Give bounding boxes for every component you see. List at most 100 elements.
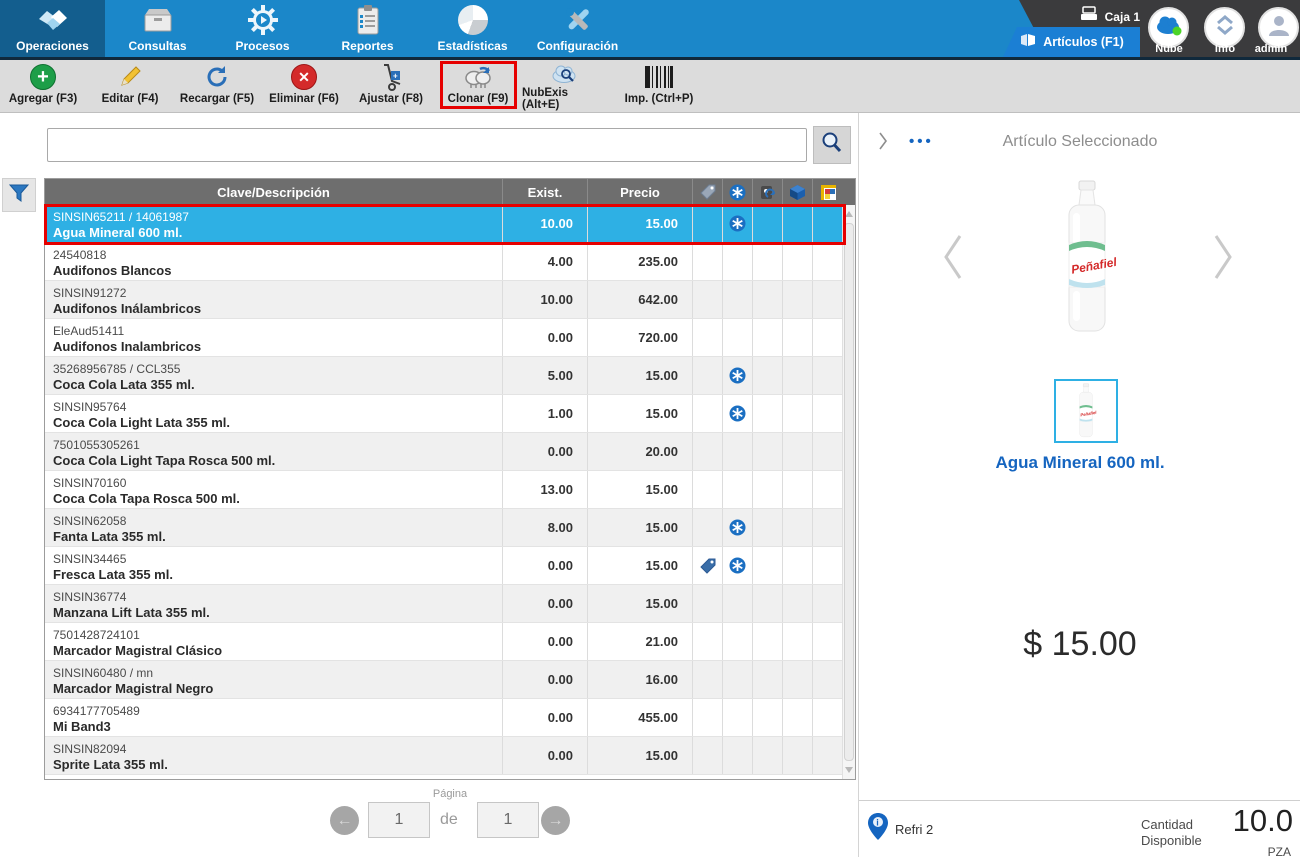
nubexis-button[interactable]: NubExis (Alt+E) xyxy=(522,62,608,111)
panel-menu-button[interactable]: ••• xyxy=(909,133,934,150)
table-row[interactable]: 35268956785 / CCL355 Coca Cola Lata 355 m… xyxy=(45,357,855,395)
row-icon-cell xyxy=(753,357,783,394)
row-icon-cell xyxy=(783,395,813,432)
box-icon xyxy=(1019,32,1037,53)
table-row[interactable]: SINSIN91272 Audifonos Inálambricos 10.00 64… xyxy=(45,281,855,319)
nav-tab-procesos[interactable]: Procesos xyxy=(210,0,315,57)
nav-tab-consultas[interactable]: Consultas xyxy=(105,0,210,57)
search-input[interactable] xyxy=(47,128,807,162)
file-cabinet-icon xyxy=(141,3,175,37)
ajustar-button[interactable]: + Ajustar (F8) xyxy=(348,62,434,110)
header-tag-icon[interactable] xyxy=(693,179,723,205)
row-icon-cell xyxy=(753,433,783,470)
header-sync-article-icon[interactable] xyxy=(753,179,783,205)
row-icon-cell xyxy=(753,319,783,356)
table-row[interactable]: SINSIN36774 Manzana Lift Lata 355 ml. 0.00… xyxy=(45,585,855,623)
row-precio: 16.00 xyxy=(588,661,693,698)
recargar-button[interactable]: Recargar (F5) xyxy=(174,62,260,110)
nav-tab-operaciones[interactable]: Operaciones xyxy=(0,0,105,57)
carousel-prev-button[interactable] xyxy=(941,231,965,288)
row-clave: SINSIN70160 xyxy=(53,475,127,490)
row-icon-cell xyxy=(783,699,813,736)
header-cube-icon[interactable] xyxy=(783,179,813,205)
tool-label: Eliminar (F6) xyxy=(269,93,339,105)
admin-button[interactable] xyxy=(1258,7,1299,48)
table-row[interactable]: 7501428724101 Marcador Magistral Clásico 0… xyxy=(45,623,855,661)
table-row[interactable]: 24540818 Audifonos Blancos 4.00 235.00 xyxy=(45,243,855,281)
row-kit-icon xyxy=(723,547,753,584)
row-icon-cell xyxy=(813,661,843,698)
nav-tab-reportes[interactable]: Reportes xyxy=(315,0,420,57)
tab-articulos[interactable]: Artículos (F1) xyxy=(1003,27,1140,57)
next-page-button[interactable]: → xyxy=(541,806,570,835)
header-kit-icon[interactable] xyxy=(723,179,753,205)
row-description: Coca Cola Tapa Rosca 500 ml. xyxy=(53,490,240,506)
editar-button[interactable]: Editar (F4) xyxy=(87,62,173,110)
total-pages-input[interactable] xyxy=(477,802,539,838)
row-precio: 455.00 xyxy=(588,699,693,736)
svg-text:+: + xyxy=(393,72,398,81)
row-icon-cell xyxy=(783,281,813,318)
row-icon-cell xyxy=(783,357,813,394)
row-icon-cell xyxy=(783,433,813,470)
table-row[interactable]: SINSIN82094 Sprite Lata 355 ml. 0.00 15.00 xyxy=(45,737,855,775)
row-icon-cell xyxy=(693,661,723,698)
row-icon-cell xyxy=(813,281,843,318)
current-page-input[interactable] xyxy=(368,802,430,838)
refresh-icon xyxy=(204,62,230,92)
scroll-down-arrow-icon[interactable] xyxy=(845,767,853,773)
table-row[interactable]: EleAud51411 Audifonos Inalambricos 0.00 720… xyxy=(45,319,855,357)
header-exist[interactable]: Exist. xyxy=(503,179,588,205)
gear-icon xyxy=(247,3,279,37)
table-scrollbar[interactable] xyxy=(842,205,855,779)
tool-label: Agregar (F3) xyxy=(8,93,78,105)
scrollbar-thumb[interactable] xyxy=(844,223,854,761)
table-row[interactable]: SINSIN65211 / 14061987 Agua Mineral 600 m… xyxy=(45,205,855,243)
agregar-button[interactable]: + Agregar (F3) xyxy=(0,62,86,110)
header-clave[interactable]: Clave/Descripción xyxy=(45,179,503,205)
carousel-next-button[interactable] xyxy=(1211,231,1235,288)
product-name: Agua Mineral 600 ml. xyxy=(995,453,1165,472)
row-description: Marcador Magistral Negro xyxy=(53,680,214,696)
row-icon-cell xyxy=(753,395,783,432)
table-row[interactable]: 6934177705489 Mi Band3 0.00 455.00 xyxy=(45,699,855,737)
table-row[interactable]: SINSIN60480 / mn Marcador Magistral Negro… xyxy=(45,661,855,699)
row-precio: 720.00 xyxy=(588,319,693,356)
eliminar-button[interactable]: ✕ Eliminar (F6) xyxy=(261,62,347,110)
nav-tab-estadisticas[interactable]: Estadísticas xyxy=(420,0,525,57)
row-exist: 0.00 xyxy=(503,433,588,470)
row-precio: 15.00 xyxy=(588,737,693,774)
row-precio: 642.00 xyxy=(588,281,693,318)
row-icon-cell xyxy=(813,585,843,622)
row-icon-cell xyxy=(693,585,723,622)
table-row[interactable]: SINSIN95764 Coca Cola Light Lata 355 ml. 1… xyxy=(45,395,855,433)
row-description: Coca Cola Light Lata 355 ml. xyxy=(53,414,230,430)
collapse-panel-button[interactable] xyxy=(877,131,889,156)
prev-page-button[interactable]: ← xyxy=(330,806,359,835)
row-exist: 0.00 xyxy=(503,699,588,736)
header-precio[interactable]: Precio xyxy=(588,179,693,205)
delete-icon: ✕ xyxy=(291,62,317,92)
table-row[interactable]: SINSIN62058 Fanta Lata 355 ml. 8.00 15.00 xyxy=(45,509,855,547)
product-thumbnail[interactable]: Peñafiel xyxy=(1054,379,1118,443)
clonar-button[interactable]: Clonar (F9) xyxy=(435,62,521,110)
row-clave: 6934177705489 xyxy=(53,703,140,718)
cloud-search-icon xyxy=(550,62,580,86)
nube-button[interactable] xyxy=(1148,7,1189,48)
imprimir-button[interactable]: Imp. (Ctrl+P) xyxy=(616,62,702,110)
table-row[interactable]: SINSIN70160 Coca Cola Tapa Rosca 500 ml. 1… xyxy=(45,471,855,509)
row-exist: 4.00 xyxy=(503,243,588,280)
row-precio: 15.00 xyxy=(588,585,693,622)
row-icon-cell xyxy=(753,623,783,660)
toolbar: + Agregar (F3) Editar (F4) Recargar (F5)… xyxy=(0,60,1300,113)
info-button[interactable] xyxy=(1204,7,1245,48)
nav-tab-configuracion[interactable]: Configuración xyxy=(525,0,630,57)
table-row[interactable]: SINSIN34465 Fresca Lata 355 ml. 0.00 15.00 xyxy=(45,547,855,585)
table-row[interactable]: 7501055305261 Coca Cola Light Tapa Rosca … xyxy=(45,433,855,471)
filter-button[interactable] xyxy=(2,178,36,212)
search-button[interactable] xyxy=(813,126,851,164)
row-icon-cell xyxy=(813,243,843,280)
nav-tab-label: Estadísticas xyxy=(437,39,508,53)
scroll-up-arrow-icon[interactable] xyxy=(845,211,853,217)
header-image-icon[interactable] xyxy=(813,179,843,205)
